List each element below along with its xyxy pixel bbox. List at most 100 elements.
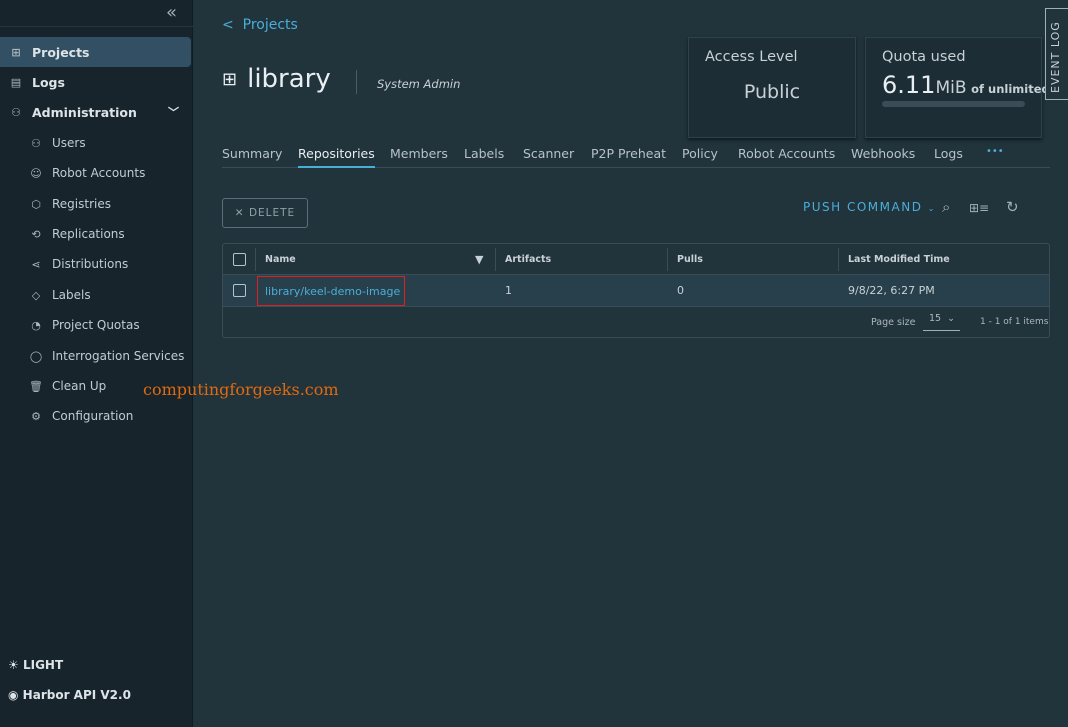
push-command-label: PUSH COMMAND [803, 200, 923, 214]
gear-icon: ⚙ [31, 409, 41, 423]
sidebar-item-distributions[interactable]: ⋖ Distributions [0, 249, 191, 279]
sidebar-item-label: Logs [32, 74, 65, 90]
api-link[interactable]: ◉ Harbor API V2.0 [8, 688, 131, 702]
chevron-down-icon: ⌄ [927, 204, 936, 213]
api-label: Harbor API V2.0 [22, 688, 131, 702]
sidebar-item-labels[interactable]: ◇ Labels [0, 280, 191, 310]
sidebar-item-users[interactable]: ⚇ Users [0, 128, 191, 158]
quota-icon: ◔ [31, 318, 41, 332]
table-header: Name ▼ Artifacts Pulls Last Modified Tim… [223, 244, 1049, 275]
quota-suffix: of unlimited [971, 82, 1050, 96]
sidebar-item-logs[interactable]: ▤ Logs [0, 67, 191, 97]
artifacts-count: 1 [505, 284, 512, 297]
sidebar: « ⊞ Projects ▤ Logs ⚇ Administration ﹀ ⚇ User… [0, 0, 193, 727]
api-icon: ◉ [8, 688, 19, 702]
select-all-checkbox[interactable] [233, 252, 246, 266]
view-toggle-icon[interactable]: ⊞≡ [969, 201, 989, 215]
access-level-label: Access Level [705, 49, 798, 65]
more-tabs-button[interactable]: ••• [986, 146, 1004, 168]
column-artifacts[interactable]: Artifacts [505, 244, 551, 274]
page-size-value: 15 [929, 313, 942, 324]
page-title: ⊞ library [222, 64, 331, 94]
sidebar-item-robot-accounts[interactable]: ☺ Robot Accounts [0, 158, 191, 188]
sidebar-item-projects[interactable]: ⊞ Projects [0, 37, 191, 67]
filter-icon[interactable]: ▼ [475, 244, 483, 274]
table-footer: Page size 15 ⌄ 1 - 1 of 1 items [223, 307, 1049, 337]
sidebar-item-label: Projects [32, 44, 90, 60]
tab-members[interactable]: Members [390, 146, 448, 168]
tab-webhooks[interactable]: Webhooks [851, 146, 915, 168]
users-icon: ⚇ [31, 136, 41, 150]
column-pulls[interactable]: Pulls [677, 244, 703, 274]
page-size-select[interactable]: 15 ⌄ [923, 307, 960, 331]
sidebar-item-project-quotas[interactable]: ◔ Project Quotas [0, 310, 191, 340]
sidebar-item-configuration[interactable]: ⚙ Configuration [0, 401, 191, 431]
divider [0, 26, 193, 27]
role-label: System Admin [356, 70, 460, 94]
replication-icon: ⟲ [31, 227, 41, 241]
robot-icon: ☺ [30, 166, 42, 180]
shield-icon: ◯ [29, 349, 43, 363]
sidebar-item-label: Replications [52, 227, 125, 241]
sidebar-item-registries[interactable]: ⬡ Registries [0, 189, 191, 219]
sidebar-item-label: Administration [32, 104, 137, 120]
trash-icon: 🗑 [29, 379, 43, 393]
access-level-card: Access Level Public [688, 37, 856, 138]
quota-bar [882, 101, 1025, 107]
chevron-down-icon: ⌄ [947, 313, 956, 324]
delete-button[interactable]: ✕ DELETE [222, 198, 308, 228]
table-row: library/keel-demo-image 1 0 9/8/22, 6:27… [223, 275, 1049, 307]
sidebar-item-label: Robot Accounts [52, 166, 146, 180]
search-icon[interactable]: ⌕ [942, 198, 950, 216]
column-name[interactable]: Name [265, 244, 296, 274]
refresh-icon[interactable]: ↻ [1006, 198, 1019, 216]
repositories-table: Name ▼ Artifacts Pulls Last Modified Tim… [222, 243, 1050, 338]
pulls-count: 0 [677, 284, 684, 297]
push-command-button[interactable]: PUSH COMMAND ⌄ [803, 200, 936, 214]
tab-labels[interactable]: Labels [464, 146, 504, 168]
tab-repositories[interactable]: Repositories [298, 146, 375, 168]
last-modified: 9/8/22, 6:27 PM [848, 284, 935, 297]
theme-toggle[interactable]: ☀ LIGHT [8, 658, 63, 672]
theme-label: LIGHT [22, 658, 64, 672]
distribution-icon: ⋖ [31, 257, 41, 271]
tab-robot-accounts[interactable]: Robot Accounts [738, 146, 835, 168]
admin-icon: ⚇ [11, 105, 21, 119]
sidebar-item-label: Configuration [52, 409, 134, 423]
watermark: computingforgeeks.com [143, 380, 339, 399]
close-icon: ✕ [234, 207, 249, 219]
event-log-label: EVENT LOG [1049, 21, 1062, 93]
breadcrumb[interactable]: < Projects [222, 17, 298, 33]
tab-policy[interactable]: Policy [682, 146, 718, 168]
sidebar-item-label: Registries [52, 197, 111, 211]
sidebar-item-interrogation-services[interactable]: ◯ Interrogation Services [0, 341, 191, 371]
breadcrumb-projects[interactable]: Projects [243, 17, 298, 33]
sidebar-item-label: Distributions [52, 257, 129, 271]
sidebar-item-administration[interactable]: ⚇ Administration ﹀ [0, 97, 191, 127]
sidebar-item-replications[interactable]: ⟲ Replications [0, 219, 191, 249]
quota-label: Quota used [882, 49, 966, 65]
tab-summary[interactable]: Summary [222, 146, 282, 168]
delete-label: DELETE [248, 207, 296, 219]
column-last-modified[interactable]: Last Modified Time [848, 244, 950, 274]
repository-link[interactable]: library/keel-demo-image [257, 276, 405, 306]
sidebar-item-label: Interrogation Services [52, 349, 185, 363]
quota-card: Quota used 6.11MiB of unlimited [865, 37, 1050, 138]
tab-scanner[interactable]: Scanner [523, 146, 574, 168]
access-level-value: Public [743, 81, 801, 103]
registry-icon: ⬡ [31, 197, 41, 211]
collapse-sidebar-icon[interactable]: « [166, 2, 177, 23]
sidebar-item-label: Project Quotas [52, 318, 140, 332]
sidebar-item-label: Users [52, 136, 86, 150]
tab-bar: Summary Repositories Members Labels Scan… [222, 146, 1050, 168]
quota-unit: MiB [935, 78, 967, 98]
projects-icon: ⊞ [222, 68, 238, 90]
tab-logs[interactable]: Logs [934, 146, 963, 168]
tab-p2p-preheat[interactable]: P2P Preheat [591, 146, 666, 168]
row-checkbox[interactable] [233, 284, 246, 297]
projects-icon: ⊞ [11, 45, 21, 59]
quota-value: 6.11MiB of unlimited [882, 71, 1050, 99]
page-size-label: Page size [871, 316, 916, 328]
chevron-down-icon: ﹀ [168, 106, 179, 119]
event-log-button[interactable]: EVENT LOG [1045, 8, 1068, 100]
